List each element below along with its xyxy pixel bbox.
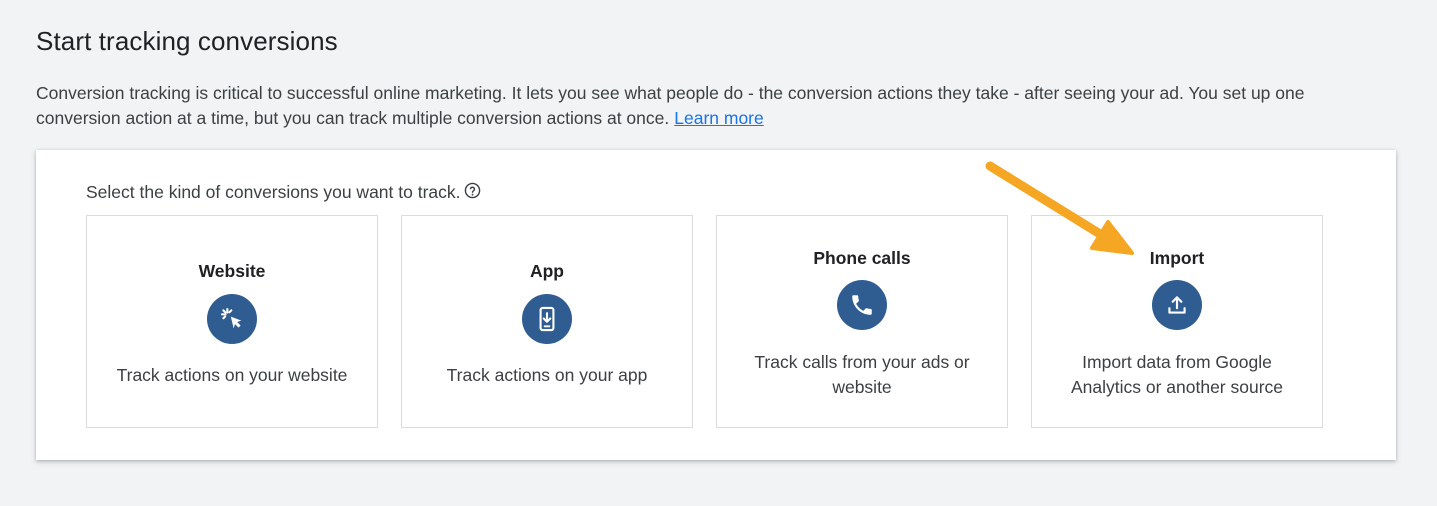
phone-calls-card-description: Track calls from your ads or website [754, 352, 970, 397]
description-text: Conversion tracking is critical to succe… [36, 83, 1305, 128]
learn-more-link[interactable]: Learn more [674, 108, 764, 128]
import-card-description: Import data from Google Analytics or ano… [1070, 352, 1284, 397]
import-card-title: Import [1149, 248, 1205, 268]
website-card-title: Website [198, 261, 266, 281]
cursor-click-icon [207, 294, 257, 344]
upload-icon [1152, 280, 1202, 330]
app-card-title: App [529, 261, 565, 281]
phone-icon [837, 280, 887, 330]
website-card[interactable]: Website Track actions on your website [86, 215, 378, 428]
help-icon[interactable] [464, 182, 481, 199]
conversion-type-prompt: Select the kind of conversions you want … [86, 182, 481, 203]
website-card-description: Track actions on your website [116, 365, 348, 385]
phone-download-icon [522, 294, 572, 344]
phone-calls-card[interactable]: Phone calls Track calls from your ads or… [716, 215, 1008, 428]
phone-calls-card-title: Phone calls [813, 248, 911, 268]
page-description: Conversion tracking is critical to succe… [36, 81, 1376, 131]
prompt-text: Select the kind of conversions you want … [86, 182, 461, 202]
page: Start tracking conversions Conversion tr… [0, 0, 1437, 506]
conversion-type-panel: Select the kind of conversions you want … [36, 150, 1396, 460]
page-title: Start tracking conversions [36, 26, 338, 56]
app-card[interactable]: App Track actions on your app [401, 215, 693, 428]
app-card-description: Track actions on your app [446, 365, 648, 385]
import-card[interactable]: Import Import data from Google Analytics… [1031, 215, 1323, 428]
